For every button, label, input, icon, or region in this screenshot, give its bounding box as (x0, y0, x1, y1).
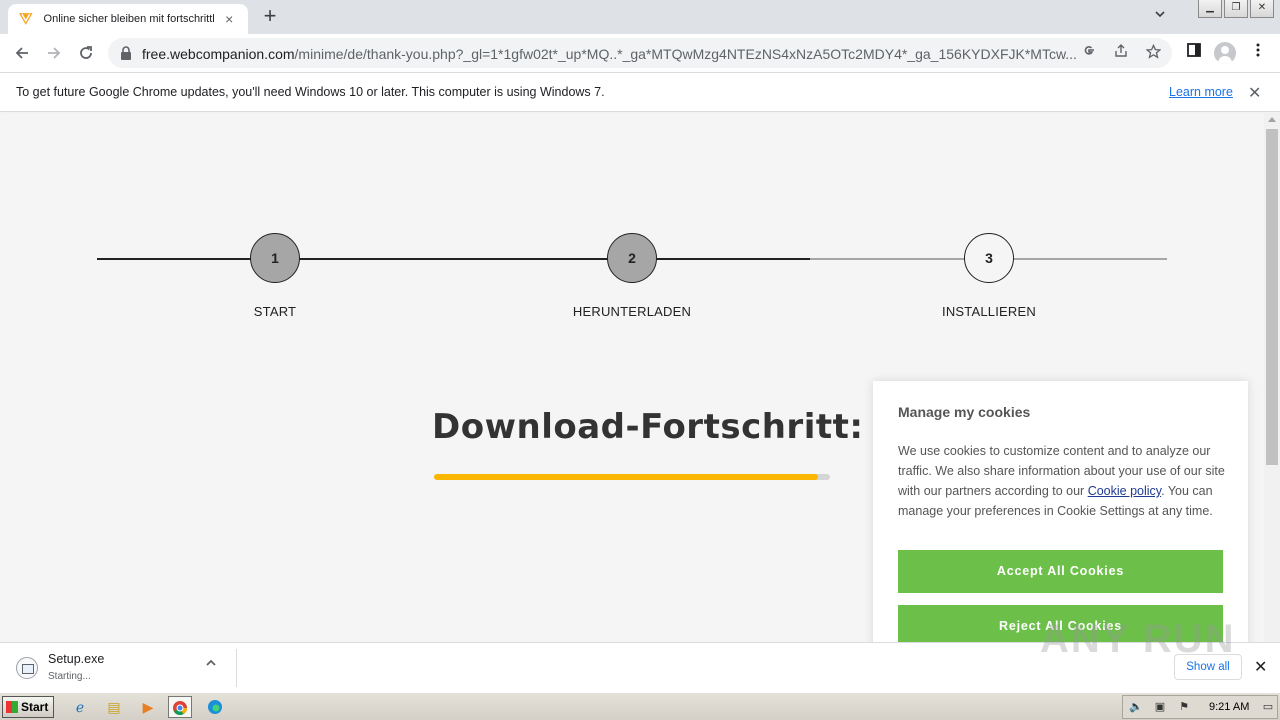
download-progress-heading: Download-Fortschritt: (432, 407, 864, 447)
internet-explorer-icon[interactable]: ℯ (68, 696, 92, 718)
new-tab-button[interactable]: + (258, 5, 282, 29)
share-icon[interactable] (1112, 44, 1130, 62)
file-explorer-icon[interactable]: ▤ (102, 696, 126, 718)
volume-icon[interactable]: 🔈 (1129, 700, 1143, 714)
download-progress-bar (434, 474, 830, 480)
cookie-panel-text: We use cookies to customize content and … (898, 441, 1228, 521)
show-desktop-icon[interactable]: ▭ (1261, 700, 1275, 714)
window-controls: ▁ ❐ ✕ (1196, 0, 1274, 18)
webcompanion-favicon-icon (18, 13, 33, 25)
update-infobar: To get future Google Chrome updates, you… (0, 72, 1280, 112)
lock-icon[interactable] (120, 46, 132, 60)
download-status: Starting... (48, 671, 91, 682)
profile-avatar-icon[interactable] (1214, 42, 1236, 64)
chevron-up-icon[interactable] (205, 657, 217, 672)
restore-icon[interactable]: ❐ (1224, 0, 1248, 18)
window-close-icon[interactable]: ✕ (1250, 0, 1274, 18)
cookie-consent-panel: Manage my cookies We use cookies to cust… (873, 381, 1248, 642)
shelf-divider (236, 649, 237, 687)
step-2-circle: 2 (607, 233, 657, 283)
media-player-icon[interactable]: ▶ (136, 696, 160, 718)
infobar-message: To get future Google Chrome updates, you… (16, 85, 605, 99)
learn-more-link[interactable]: Learn more (1169, 85, 1233, 99)
step-3-label: INSTALLIEREN (942, 304, 1036, 319)
page-scrollbar[interactable] (1264, 113, 1280, 642)
file-setup-icon (16, 657, 38, 679)
forward-arrow-icon[interactable] (42, 41, 66, 65)
start-button[interactable]: Start (2, 696, 54, 718)
cookie-panel-title: Manage my cookies (898, 404, 1031, 420)
shelf-close-icon[interactable]: ✕ (1254, 657, 1267, 677)
step-1-circle: 1 (250, 233, 300, 283)
infobar-close-icon[interactable]: ✕ (1248, 83, 1261, 103)
clock[interactable]: 9:21 AM (1209, 701, 1249, 713)
network-icon[interactable]: ▣ (1153, 700, 1167, 714)
kebab-menu-icon[interactable] (1248, 43, 1268, 63)
tab-title: Online sicher bleiben mit fortschrittlic… (43, 13, 215, 25)
tab-search-chevron-icon[interactable] (1150, 8, 1170, 28)
tab-close-icon[interactable]: × (221, 11, 238, 27)
edge-icon[interactable] (203, 696, 227, 718)
scroll-thumb[interactable] (1266, 129, 1278, 465)
show-all-button[interactable]: Show all (1174, 654, 1242, 680)
google-translate-icon[interactable] (1080, 44, 1098, 62)
back-arrow-icon[interactable] (10, 41, 34, 65)
action-center-flag-icon[interactable]: ⚑ (1177, 700, 1191, 714)
bookmark-star-icon[interactable] (1144, 43, 1162, 62)
url-path: /minime/de/thank-you.php?_gl=1*1gfw02t*_… (294, 46, 1077, 62)
browser-tab[interactable]: Online sicher bleiben mit fortschrittlic… (8, 4, 248, 34)
browser-toolbar: free.webcompanion.com/minime/de/thank-yo… (0, 34, 1280, 72)
download-shelf: ANY RUN Setup.exe Starting... Show all ✕ (0, 617, 1280, 692)
windows-logo-icon (6, 701, 18, 713)
windows-taskbar: Start ℯ ▤ ▶ 🔈 ▣ ⚑ 9:21 AM ▭ (0, 692, 1280, 720)
page-content: 1 2 3 START HERUNTERLADEN INSTALLIEREN D… (0, 113, 1264, 642)
url-host: free.webcompanion.com (142, 46, 295, 62)
step-1-label: START (253, 304, 297, 319)
chrome-taskbar-icon[interactable] (168, 696, 192, 718)
download-file-name[interactable]: Setup.exe (48, 652, 104, 666)
system-tray: 🔈 ▣ ⚑ 9:21 AM ▭ (1122, 695, 1278, 719)
download-progress-fill (434, 474, 819, 480)
cookie-policy-link[interactable]: Cookie policy (1088, 484, 1161, 498)
minimize-icon[interactable]: ▁ (1198, 0, 1222, 18)
accept-all-cookies-button[interactable]: Accept All Cookies (898, 550, 1223, 593)
url-text[interactable]: free.webcompanion.com/minime/de/thank-yo… (142, 46, 1082, 62)
tab-strip: Online sicher bleiben mit fortschrittlic… (0, 0, 1280, 34)
progress-track-done (97, 258, 810, 260)
start-label: Start (21, 700, 49, 714)
side-panel-icon[interactable] (1184, 43, 1204, 63)
step-3-circle: 3 (964, 233, 1014, 283)
reload-icon[interactable] (74, 41, 98, 65)
address-bar[interactable]: free.webcompanion.com/minime/de/thank-yo… (108, 38, 1172, 68)
scroll-up-arrow-icon[interactable] (1268, 117, 1276, 122)
step-2-label: HERUNTERLADEN (572, 304, 692, 319)
